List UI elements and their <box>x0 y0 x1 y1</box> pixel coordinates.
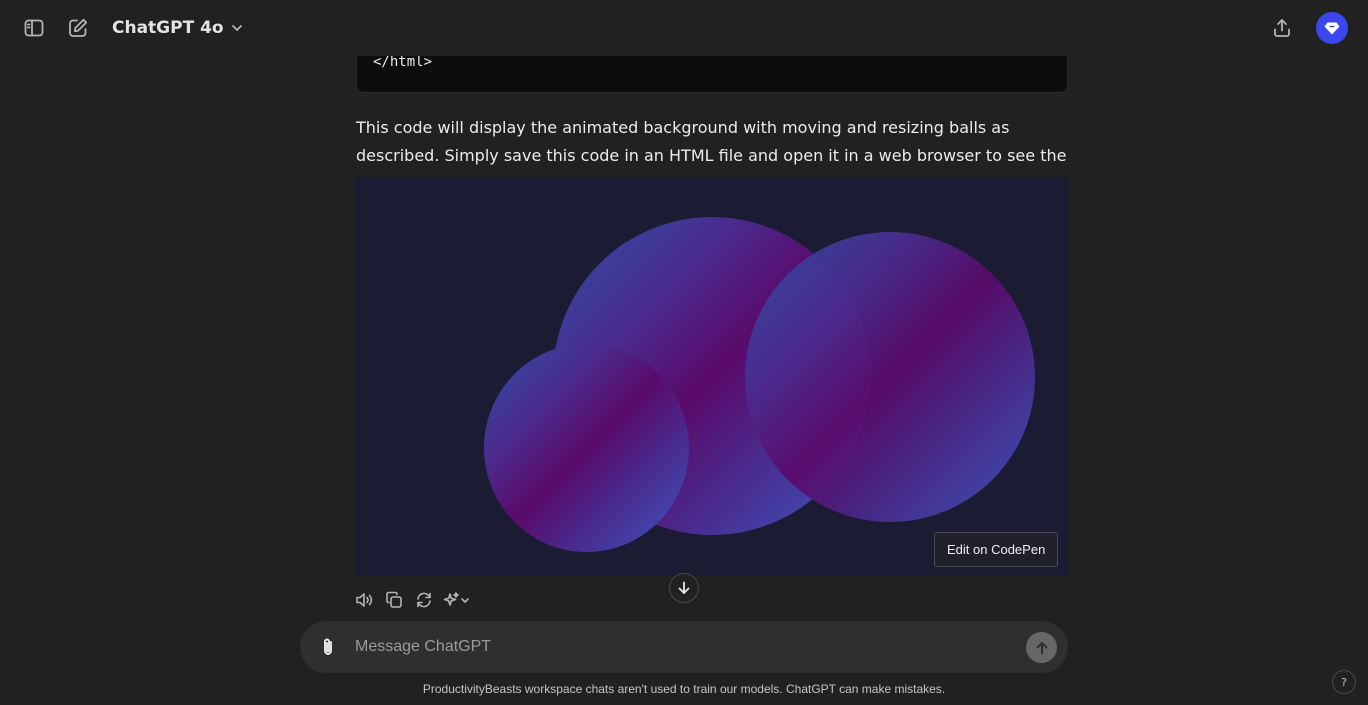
sidebar-toggle-button[interactable] <box>16 10 52 46</box>
composer <box>300 621 1068 673</box>
ball-small <box>484 344 689 552</box>
footer-disclaimer: ProductivityBeasts workspace chats aren'… <box>422 682 946 696</box>
model-selector[interactable]: ChatGPT 4o <box>104 10 252 46</box>
animation-preview: Edit on CodePen <box>356 177 1068 576</box>
edit-on-codepen-button[interactable]: Edit on CodePen <box>934 532 1059 567</box>
avatar[interactable] <box>1316 12 1348 44</box>
sidebar-toggle-icon <box>24 19 44 37</box>
send-button[interactable] <box>1026 632 1057 663</box>
ball-right <box>745 232 1035 522</box>
regenerate-button[interactable] <box>412 588 436 612</box>
arrow-up-icon <box>1036 641 1047 654</box>
code-line: </html> <box>373 54 433 70</box>
avatar-diamond-icon <box>1324 22 1340 35</box>
copy-icon <box>386 591 402 608</box>
model-switch-button[interactable] <box>442 588 472 612</box>
new-chat-icon <box>69 18 88 37</box>
attach-button[interactable] <box>312 631 344 663</box>
message-actions <box>352 588 472 612</box>
message-input[interactable] <box>355 633 1005 661</box>
arrow-down-icon <box>678 581 690 594</box>
top-bar: ChatGPT 4o <box>0 0 1368 56</box>
regenerate-icon <box>417 592 431 608</box>
share-button[interactable] <box>1264 10 1300 46</box>
read-aloud-button[interactable] <box>352 588 376 612</box>
model-name: ChatGPT 4o <box>112 18 224 38</box>
paperclip-icon <box>324 638 332 655</box>
new-chat-button[interactable] <box>60 10 96 46</box>
scroll-to-bottom-button[interactable] <box>669 573 699 603</box>
model-switch-icon <box>443 592 469 606</box>
read-aloud-icon <box>356 593 373 607</box>
chevron-down-icon <box>231 25 242 31</box>
help-button[interactable]: ? <box>1332 670 1356 694</box>
share-icon <box>1274 19 1290 37</box>
copy-button[interactable] <box>382 588 406 612</box>
